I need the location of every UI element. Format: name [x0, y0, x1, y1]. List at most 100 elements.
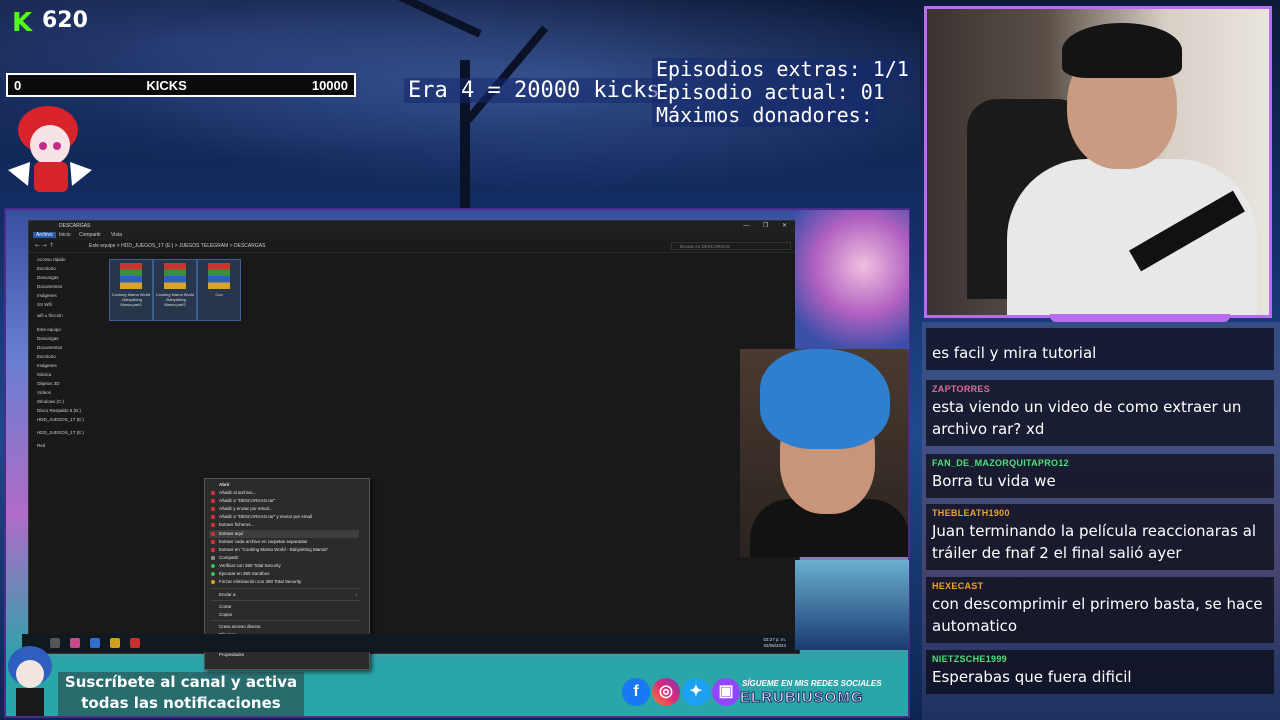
nav-item[interactable]: Windows (C:) [37, 399, 64, 404]
folder-icon[interactable] [110, 638, 120, 648]
ctx-item[interactable]: Abrir [209, 481, 359, 489]
ctx-item[interactable]: Crear acceso directo [209, 623, 359, 631]
ctx-item[interactable]: Forzar eliminación con 360 Total Securit… [209, 578, 359, 586]
ctx-item[interactable]: Añadir a "DESCARGAS.rar" y enviar por em… [209, 513, 359, 521]
tab-compartir[interactable]: Compartir [79, 232, 101, 238]
chat-username: FAN_DE_MAZORQUITAPRO12 [932, 458, 1069, 468]
winrar-icon [164, 263, 186, 289]
ctx-item[interactable]: Añadir al archivo... [209, 489, 359, 497]
subscribe-avatar [8, 646, 52, 716]
ctx-item[interactable]: Cortar [209, 603, 359, 611]
nav-arrows-icon[interactable]: ← → ↑ [35, 242, 54, 249]
nav-item[interactable]: Objetos 3D [37, 381, 60, 386]
nav-item[interactable]: Disco Respaldo 8 (D:) [37, 408, 81, 413]
tab-vista[interactable]: Vista [111, 232, 122, 238]
subscribe-line: Suscríbete al canal y activa [64, 673, 298, 691]
ctx-item[interactable]: Propiedades [209, 651, 359, 659]
nav-item[interactable]: wifi u fricción [37, 313, 63, 318]
app-icon[interactable] [70, 638, 80, 648]
nav-item[interactable]: Documentos [37, 284, 62, 289]
window-controls[interactable]: — ❐ ✕ [743, 222, 793, 229]
sandbox-icon [211, 572, 215, 576]
tab-archivo[interactable]: Archivo [33, 232, 56, 238]
nav-item[interactable]: SS Wifi [37, 302, 52, 307]
ctx-item[interactable]: Ejecutar en 360 Sandbox [209, 570, 359, 578]
instagram-icon: ◎ [652, 678, 680, 706]
winrar-icon [120, 263, 142, 289]
nav-item[interactable]: Vídeos [37, 390, 51, 395]
chat-username: THEBLEATH1900 [932, 508, 1010, 518]
rar-file[interactable]: Cooking Mama World - Babysitting Mama.pa… [153, 259, 197, 321]
chat-username: NIETZSCHE1999 [932, 654, 1007, 664]
nav-item[interactable]: HDD_JUEGOS_1T (E:) [37, 430, 84, 435]
ctx-item[interactable]: Añadir y enviar por email... [209, 505, 359, 513]
ctx-item[interactable]: Extraer en "Cooking Mama World - Babysit… [209, 546, 359, 554]
desktop-wallpaper [795, 560, 909, 650]
nav-item[interactable]: Imágenes [37, 363, 57, 368]
nav-item[interactable]: Descargas [37, 336, 59, 341]
winrar-icon [211, 523, 215, 527]
ctx-item[interactable]: Copiar [209, 611, 359, 619]
nav-item[interactable]: HDD_JUEGOS_1T (E:) [37, 417, 84, 422]
social-caption: SÍGUEME EN MIS REDES SOCIALES [742, 679, 882, 688]
file-label: Coo [215, 292, 223, 297]
share-icon [211, 556, 215, 560]
nav-item[interactable]: Este equipo [37, 327, 61, 332]
window-title: DESCARGAS [59, 223, 91, 229]
app-icon[interactable] [130, 638, 140, 648]
winrar-icon [211, 540, 215, 544]
breadcrumb[interactable]: Este equipo > HDD_JUEGOS_1T (E:) > JUEGO… [89, 243, 265, 249]
winrar-icon [211, 499, 215, 503]
search-input[interactable]: Buscar en DESCARGAS [671, 242, 791, 250]
ctx-item[interactable]: Compartir [209, 554, 359, 562]
ctx-label: Enviar a [219, 592, 236, 597]
title-bar: DESCARGAS — ❐ ✕ [29, 221, 799, 231]
menu-divider [211, 600, 361, 601]
security-icon [211, 564, 215, 568]
nav-item[interactable]: Red [37, 443, 45, 448]
system-clock[interactable]: 03:27 p. m. 02/08/2023 [763, 637, 786, 649]
nav-item[interactable]: Acceso rápido [37, 257, 66, 262]
ctx-item[interactable]: Verificar con 360 Total Security [209, 562, 359, 570]
ctx-label: Ejecutar en 360 Sandbox [219, 571, 270, 576]
streamer-hair [1062, 23, 1182, 78]
ctx-label: Extraer en "Cooking Mama World - Babysit… [219, 547, 329, 552]
navigation-pane: Acceso rápido Escritorio Descargas Docum… [29, 253, 101, 643]
nav-item[interactable]: Escritorio [37, 354, 56, 359]
kick-count: 620 [42, 8, 88, 33]
kick-progress-bar: 0 KICKS 10000 [6, 73, 356, 97]
ctx-item-extract-here[interactable]: Extraer aquí [209, 530, 359, 538]
chat-message: es facil y mira tutorial [926, 328, 1274, 370]
ctx-item[interactable]: Añadir a "DESCARGAS.rar" [209, 497, 359, 505]
ctx-label: Extraer aquí [219, 531, 244, 536]
ctx-label: Añadir y enviar por email... [219, 506, 273, 511]
nav-item[interactable]: Imágenes [37, 293, 57, 298]
address-bar[interactable]: ← → ↑ Este equipo > HDD_JUEGOS_1T (E:) >… [29, 240, 799, 253]
nav-item[interactable]: Música [37, 372, 51, 377]
ctx-item-send-to[interactable]: Enviar a › [209, 591, 359, 599]
ctx-item[interactable]: Extraer cada archivo en carpetas separad… [209, 538, 359, 546]
rar-file[interactable]: Cooking Mama World - Babysitting Mama.pa… [109, 259, 153, 321]
episode-current: Episodio actual: 01 [652, 81, 889, 104]
ctx-label: Añadir al archivo... [219, 490, 257, 495]
nav-item[interactable]: Escritorio [37, 266, 56, 271]
app-icon[interactable] [90, 638, 100, 648]
clock-time: 03:27 p. m. [763, 637, 786, 642]
nav-item[interactable]: Documentos [37, 345, 62, 350]
winrar-icon [211, 507, 215, 511]
chevron-right-icon: › [355, 592, 358, 597]
chat-message: NIETZSCHE1999 Esperabas que fuera difici… [926, 650, 1274, 694]
chat-text: es facil y mira tutorial [932, 344, 1097, 362]
chat-username: ZAPTORRES [932, 384, 991, 394]
winrar-icon [211, 532, 215, 536]
streamer-body [1007, 159, 1257, 315]
tab-inicio[interactable]: Inicio [59, 232, 71, 238]
nav-item[interactable]: Descargas [37, 275, 59, 280]
ctx-item[interactable]: Extraer ficheros... [209, 521, 359, 529]
kick-logo-icon: K [12, 8, 33, 38]
menu-divider [211, 588, 361, 589]
ctx-label: Verificar con 360 Total Security [219, 563, 281, 568]
winrar-icon [208, 263, 230, 289]
chat-message: FAN_DE_MAZORQUITAPRO12 Borra tu vida we [926, 454, 1274, 498]
rar-file[interactable]: Coo [197, 259, 241, 321]
